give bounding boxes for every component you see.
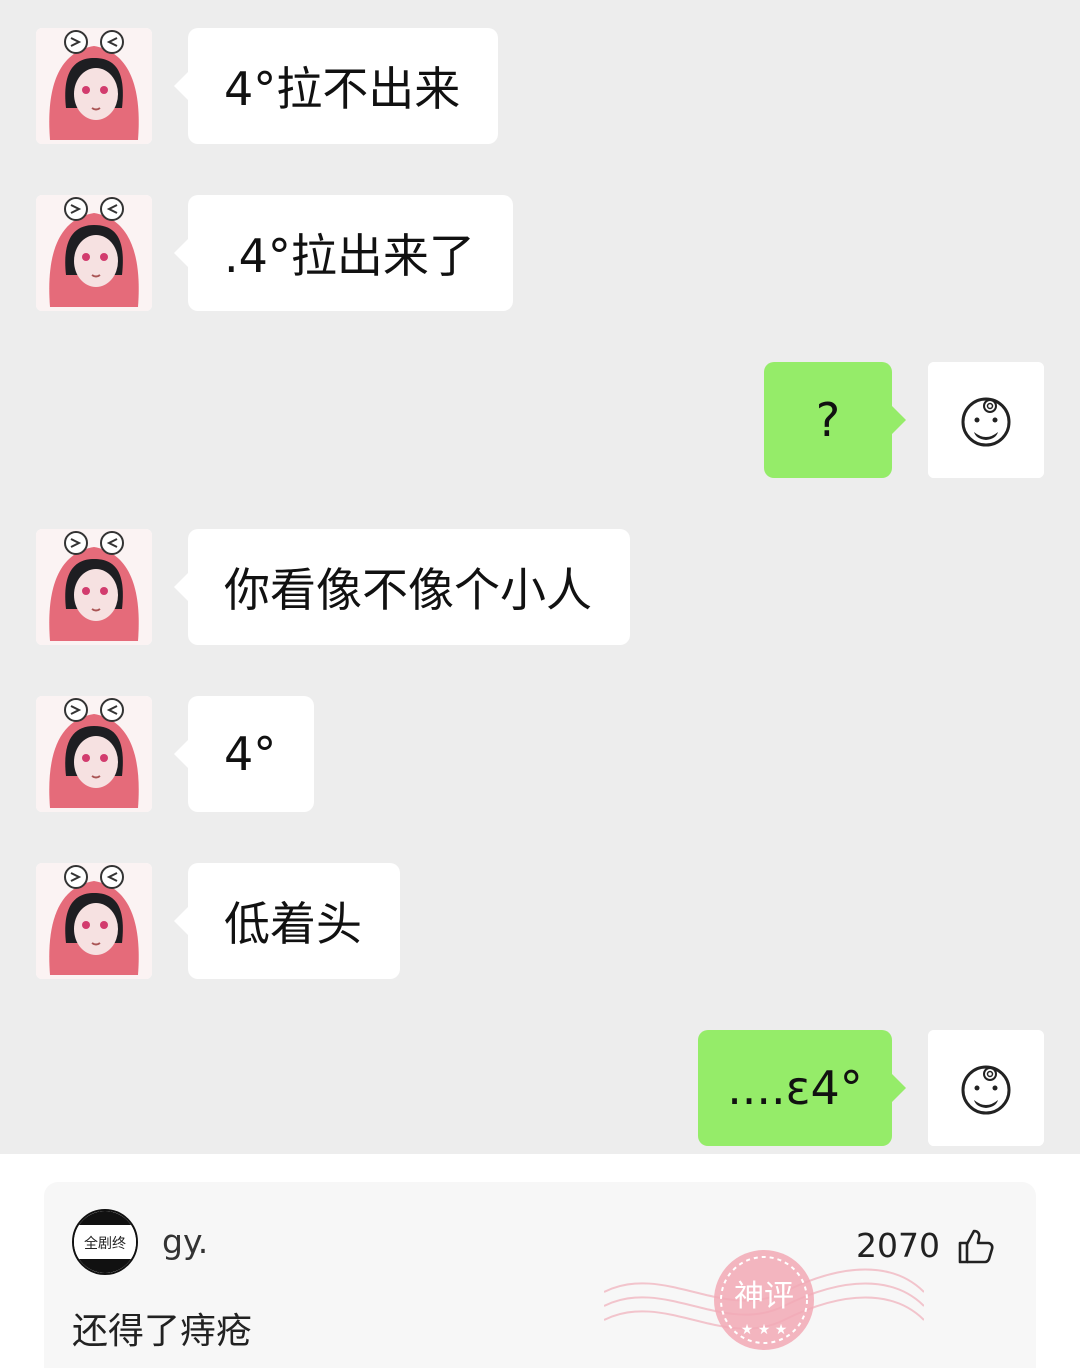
anime-girl-avatar-icon <box>36 696 152 812</box>
message-bubble-incoming[interactable]: 4°拉不出来 <box>173 28 499 144</box>
message-bubble-incoming[interactable]: .4°拉出来了 <box>174 195 513 311</box>
anime-girl-avatar-icon <box>36 529 152 645</box>
chat-area: 4°拉不出来 .4°拉出来了 ? 你看像不像个小人 4° 低着头 ....ε4° <box>0 0 1080 1154</box>
message-bubble-outgoing[interactable]: ? <box>764 362 906 478</box>
comment-card: 神评 ★ ★ ★ 全剧终 gy. 2070 还得了痔疮 <box>44 1182 1036 1368</box>
message-text: .4°拉出来了 <box>224 229 475 283</box>
my-avatar[interactable] <box>928 1030 1044 1146</box>
commenter-avatar[interactable]: 全剧终 <box>72 1209 138 1275</box>
thumbs-up-icon[interactable] <box>956 1226 996 1266</box>
contact-avatar[interactable] <box>36 696 152 812</box>
calligraphy-avatar-icon: 全剧终 <box>74 1211 136 1273</box>
message-text: ? <box>815 393 841 447</box>
contact-avatar[interactable] <box>36 28 152 144</box>
comment-text: 还得了痔疮 <box>72 1311 253 1352</box>
contact-avatar[interactable] <box>36 529 152 645</box>
contact-avatar[interactable] <box>36 863 152 979</box>
message-bubble-incoming[interactable]: 4° <box>173 696 315 812</box>
message-text: 4° <box>224 727 277 781</box>
svg-text:★ ★ ★: ★ ★ ★ <box>741 1322 788 1338</box>
contact-avatar[interactable] <box>36 195 152 311</box>
message-text: ....ε4° <box>727 1061 863 1115</box>
message-text: 低着头 <box>224 897 362 951</box>
message-text: 4°拉不出来 <box>224 62 461 116</box>
anime-girl-avatar-icon <box>36 863 152 979</box>
message-bubble-outgoing[interactable]: ....ε4° <box>698 1030 906 1146</box>
like-count: 2070 <box>856 1226 940 1265</box>
message-bubble-incoming[interactable]: 你看像不像个小人 <box>174 529 630 645</box>
doodle-face-avatar-icon <box>928 1030 1044 1146</box>
doodle-face-avatar-icon <box>928 362 1044 478</box>
commenter-username[interactable]: gy. <box>162 1222 208 1261</box>
message-text: 你看像不像个小人 <box>224 563 592 617</box>
my-avatar[interactable] <box>928 362 1044 478</box>
avatar-calligraphy-text: 全剧终 <box>84 1235 126 1252</box>
message-bubble-incoming[interactable]: 低着头 <box>174 863 400 979</box>
anime-girl-avatar-icon <box>36 28 152 144</box>
stamp-label: 神评 <box>734 1279 794 1314</box>
anime-girl-avatar-icon <box>36 195 152 311</box>
